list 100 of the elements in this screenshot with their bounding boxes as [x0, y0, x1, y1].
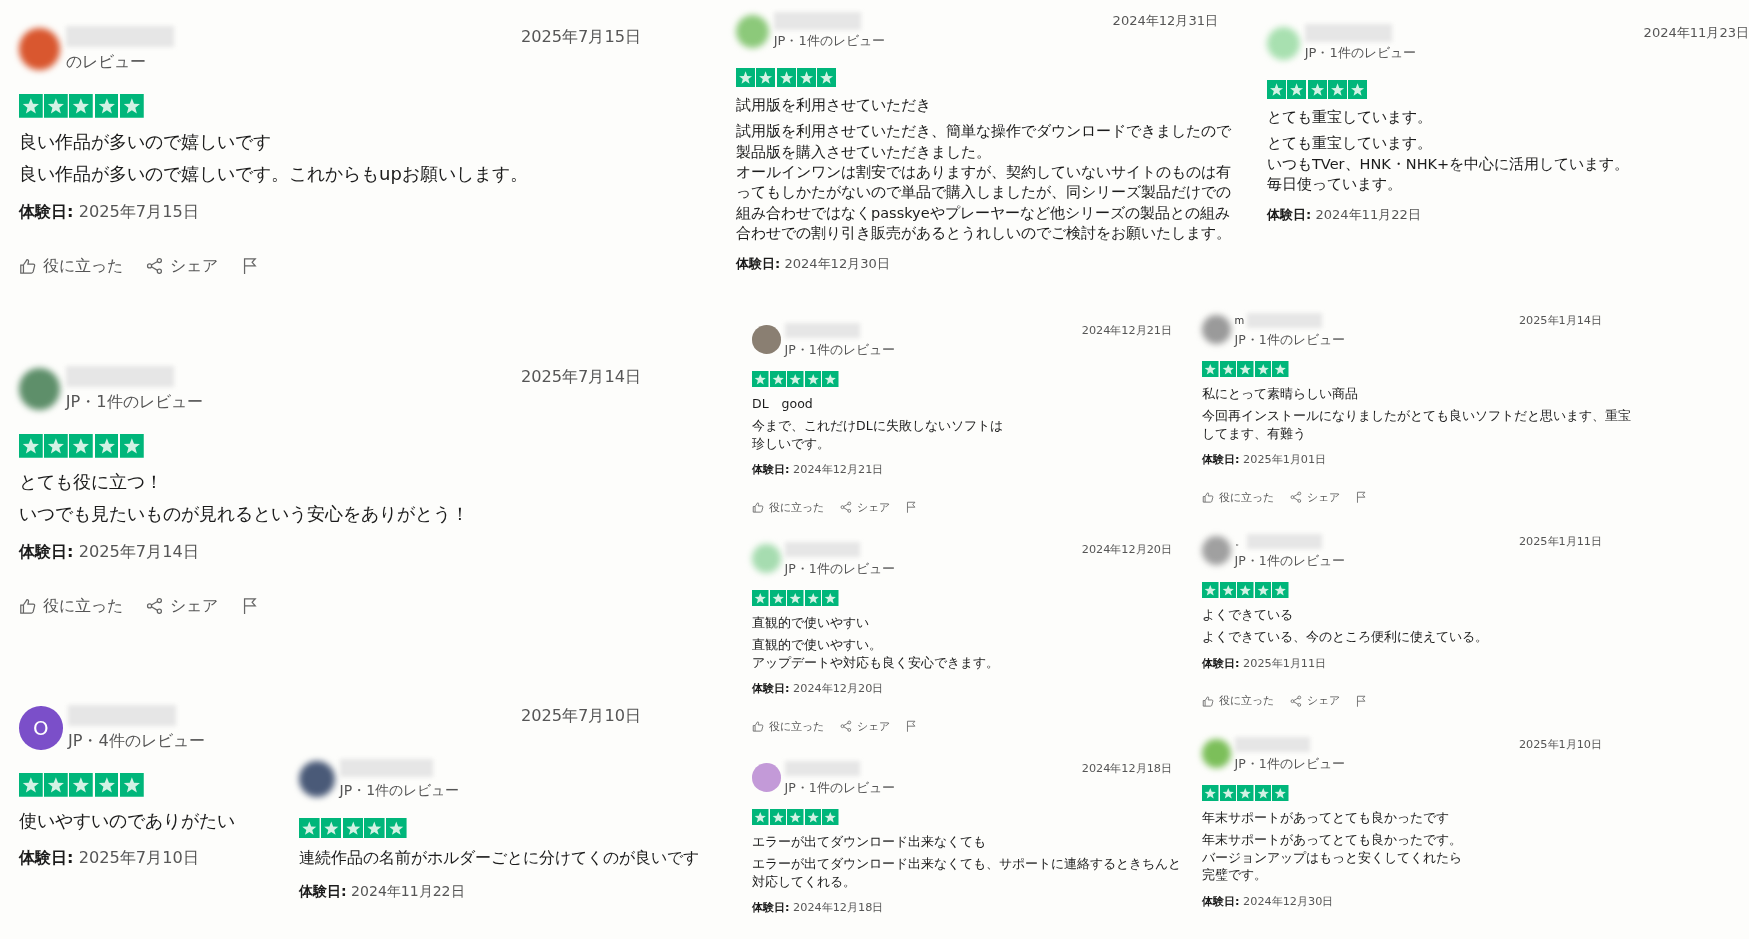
star-icon — [804, 808, 821, 826]
experience-date: 体験日: 2024年12月21日 — [752, 462, 884, 478]
star-icon — [1327, 79, 1347, 99]
review-date: 2025年1月11日 — [1518, 534, 1602, 550]
review-count: JP・1件のレビュー — [1304, 44, 1417, 63]
share-icon — [1289, 491, 1302, 504]
share-button[interactable]: シェア — [1289, 693, 1340, 709]
star-icon — [1287, 79, 1307, 99]
helpful-button[interactable]: 役に立った — [1202, 489, 1274, 505]
flag-icon[interactable] — [1355, 694, 1368, 708]
experience-date: 体験日: 2025年7月10日 — [19, 847, 199, 870]
share-icon — [839, 720, 852, 733]
star-icon — [736, 67, 756, 87]
review-date: 2024年12月20日 — [1081, 542, 1172, 558]
star-icon — [822, 589, 839, 607]
review-title: 試用版を利用させていただき — [736, 96, 931, 116]
review-date: 2025年7月10日 — [520, 705, 641, 727]
review-title: 直観的で使いやすい — [752, 613, 869, 632]
review-count: JP・1件のレビュー — [1234, 330, 1346, 347]
star-icon — [752, 370, 769, 388]
star-icon — [1237, 360, 1254, 378]
review-title: 使いやすいのでありがたい — [19, 808, 235, 833]
star-icon — [1348, 79, 1368, 99]
review-title: とても役に立つ！ — [19, 469, 163, 494]
experience-date: 体験日: 2024年11月22日 — [1267, 206, 1421, 225]
share-icon — [145, 257, 164, 276]
review-count: JP・1件のレビュー — [784, 559, 896, 576]
review-count: JP・1件のレビュー — [784, 340, 896, 357]
star-icon — [1272, 784, 1289, 802]
star-icon — [769, 589, 786, 607]
review-count: JP・1件のレビュー — [773, 32, 886, 51]
review-title: エラーが出てダウンロード出来なくても — [752, 832, 986, 851]
thumbs-up-icon — [19, 257, 37, 276]
star-icon — [1237, 581, 1254, 599]
thumbs-up-icon — [1202, 694, 1215, 708]
review-title: よくできている — [1202, 605, 1293, 624]
review-count: JP・1件のレビュー — [1234, 754, 1346, 771]
star-icon — [1202, 360, 1219, 378]
review-text: とても重宝しています。 いつもTVer、HNK・NHK+を中心に活用しています。 毎日使っています。 — [1267, 134, 1630, 195]
share-icon — [145, 597, 164, 616]
review-count: のレビュー — [65, 51, 147, 74]
star-icon — [804, 370, 821, 388]
share-button[interactable]: シェア — [1289, 489, 1340, 505]
star-icon — [776, 67, 796, 87]
helpful-button[interactable]: 役に立った — [1202, 693, 1274, 709]
review-date: 2025年1月14日 — [1518, 313, 1602, 329]
review-date: 2025年7月15日 — [520, 26, 641, 48]
review-text: エラーが出てダウンロード出来なくても、サポートに連絡するときちんと 対応してくれる。 — [752, 855, 1181, 891]
share-icon — [1289, 694, 1302, 708]
review-text: 年末サポートがあってとても良かったです。 バージョンアップはもっと安くしてくれたら 完璧です。 — [1202, 831, 1462, 884]
reviewer-name: 。 — [1234, 534, 1245, 549]
review-text: 試用版を利用させていただき、簡単な操作でダウンロードできましたので 製品版を購入させていただきました。 オールインワンは割安ではありますが、契約していないサイトのものは有 ってもしかたがないので単品で購入しましたが、同シリーズ製品だけでの 組み合わせではなくpasskyeやプレーヤーなど他シリーズの製品との組み 合わせでの割り引き販売があるとうれしいのでご検討をお願いたします。 — [736, 122, 1231, 243]
experience-date: 体験日: 2024年12月20日 — [752, 681, 884, 697]
share-button[interactable]: シェア — [839, 499, 890, 515]
star-icon — [1254, 784, 1271, 802]
avatar: O — [19, 706, 63, 750]
thumbs-up-icon — [752, 501, 765, 514]
review-date: 2024年12月21日 — [1081, 323, 1172, 339]
flag-icon[interactable] — [905, 720, 918, 733]
helpful-button[interactable]: 役に立った — [19, 595, 124, 618]
star-icon — [769, 808, 786, 826]
experience-date: 体験日: 2024年12月30日 — [1202, 893, 1334, 909]
flag-icon[interactable] — [1355, 491, 1368, 504]
review-count: JP・1件のレビュー — [784, 778, 896, 795]
experience-date: 体験日: 2025年1月11日 — [1202, 655, 1327, 671]
review-text: 直観的で使いやすい。 アップデートや対応も良く安心できます。 — [752, 636, 999, 672]
review-date: 2024年12月18日 — [1081, 761, 1172, 777]
review-count: JP・4件のレビュー — [67, 730, 206, 753]
thumbs-up-icon — [19, 597, 37, 616]
star-icon — [1272, 581, 1289, 599]
flag-icon[interactable] — [905, 501, 918, 514]
star-icon — [1202, 784, 1219, 802]
star-icon — [822, 808, 839, 826]
star-icon — [817, 67, 837, 87]
share-button[interactable]: シェア — [145, 255, 219, 278]
star-icon — [752, 808, 769, 826]
review-date: 2025年1月10日 — [1518, 737, 1602, 753]
star-icon — [787, 589, 804, 607]
review-text: 今回再インストールになりましたがとても良いソフトだと思います、重宝 してます、有難う — [1202, 407, 1631, 443]
star-icon — [1202, 581, 1219, 599]
share-button[interactable]: シェア — [145, 595, 219, 618]
helpful-button[interactable]: 役に立った — [752, 499, 824, 515]
star-icon — [796, 67, 816, 87]
review-text: 良い作品が多いので嬉しいです。これからもupお願いします。 — [19, 162, 528, 187]
star-icon — [1219, 360, 1236, 378]
thumbs-up-icon — [752, 720, 765, 733]
review-count: JP・1件のレビュー — [65, 391, 204, 414]
helpful-button[interactable]: 役に立った — [19, 255, 124, 278]
share-button[interactable]: シェア — [839, 718, 890, 734]
star-icon — [769, 370, 786, 388]
star-icon — [1219, 784, 1236, 802]
review-title: DL good — [752, 394, 813, 413]
star-icon — [756, 67, 776, 87]
star-icon — [1267, 79, 1287, 99]
experience-date: 体験日: 2024年12月30日 — [736, 254, 890, 273]
thumbs-up-icon — [1202, 491, 1215, 504]
star-icon — [1272, 360, 1289, 378]
helpful-button[interactable]: 役に立った — [752, 718, 824, 734]
review-text: いつでも見たいものが見れるという安心をありがとう！ — [19, 502, 469, 527]
experience-date: 体験日: 2025年7月14日 — [19, 540, 199, 563]
